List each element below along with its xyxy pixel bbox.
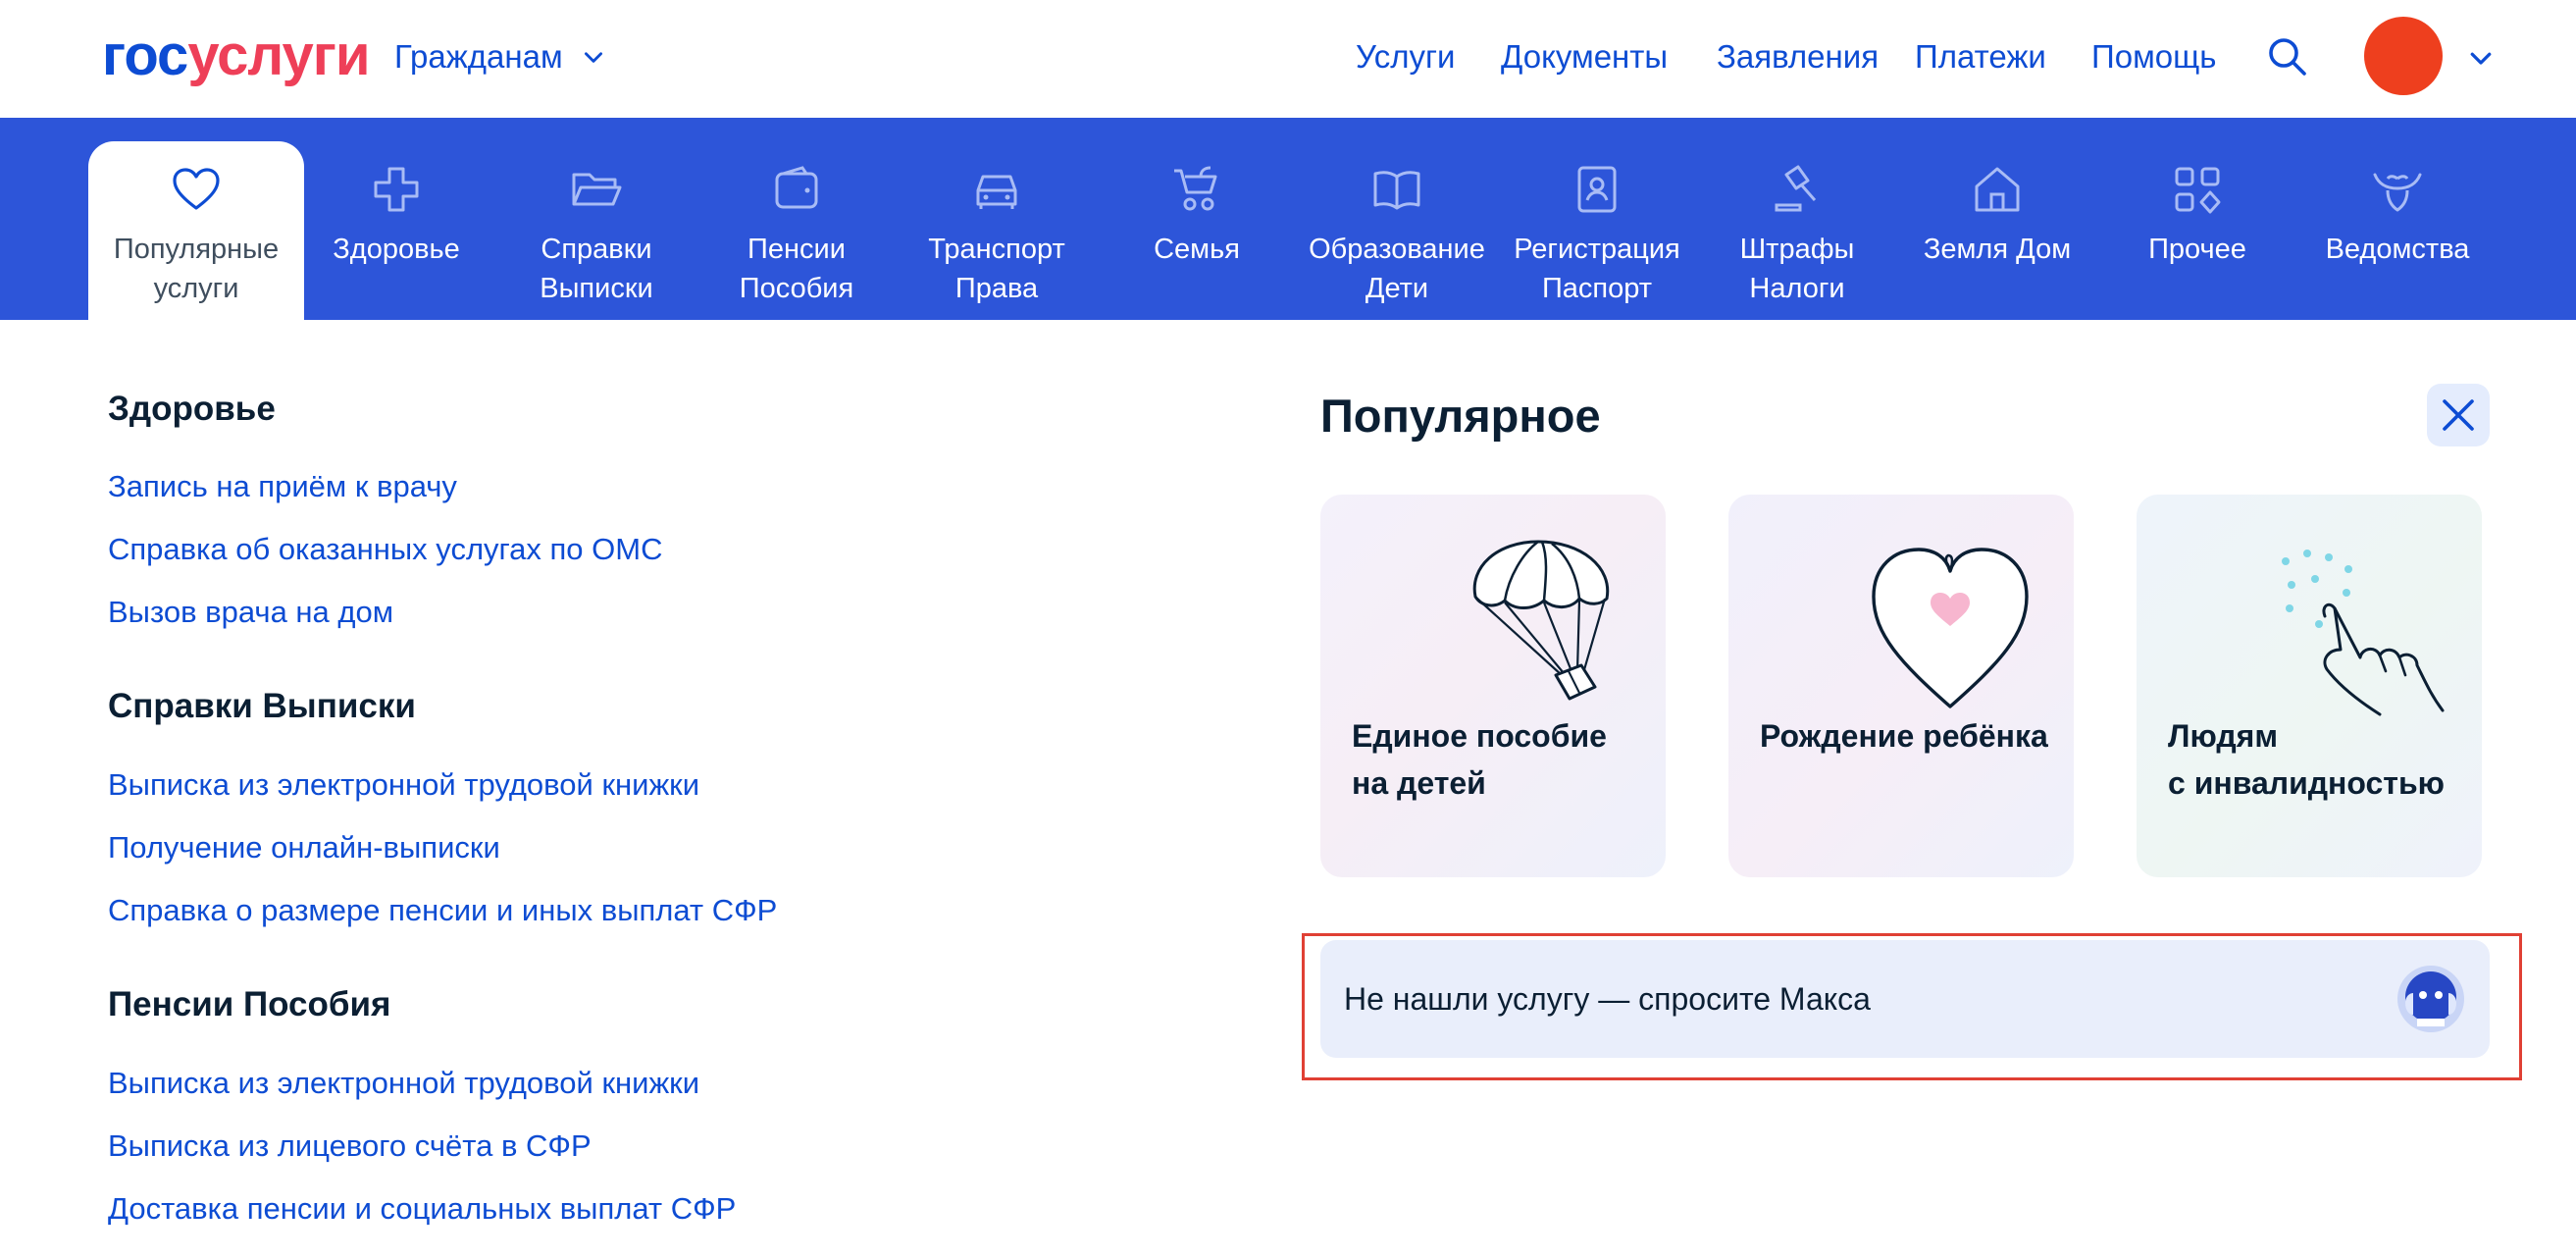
link-pension-delivery[interactable]: Доставка пенсии и социальных выплат СФР <box>108 1188 736 1230</box>
tab-label: Ведомства <box>2325 234 2470 265</box>
close-icon <box>2443 399 2474 431</box>
gosuslugi-logo[interactable]: госуслуги <box>102 22 371 90</box>
tab-label: Транспорт Права <box>928 234 1065 304</box>
link-work-book-extract-2[interactable]: Выписка из электронной трудовой книжки <box>108 1063 699 1104</box>
chevron-down-icon[interactable] <box>2466 43 2496 73</box>
wallet-icon <box>775 166 818 209</box>
section-title-health: Здоровье <box>108 390 276 428</box>
parachute-box-icon <box>1472 540 1610 701</box>
tab-pensions[interactable]: Пенсии Пособия <box>689 141 904 320</box>
avatar[interactable] <box>2364 17 2443 95</box>
ask-max-button[interactable]: Не нашли услугу — спросите Макса <box>1320 940 2490 1058</box>
tab-other[interactable]: Прочее <box>2089 141 2305 320</box>
tab-transport[interactable]: Транспорт Права <box>889 141 1105 320</box>
link-pension-amount-certificate[interactable]: Справка о размере пенсии и иных выплат С… <box>108 890 777 931</box>
car-icon <box>976 175 1017 209</box>
top-header: госуслуги Гражданам Услуги Документы Зая… <box>0 0 2576 118</box>
tab-education[interactable]: Образование Дети <box>1289 141 1505 320</box>
card-title: Людям с инвалидностью <box>2168 718 2445 801</box>
id-card-icon <box>1577 166 1617 213</box>
link-oms-certificate[interactable]: Справка об оказанных услугах по ОМС <box>108 529 662 570</box>
tab-label: Популярные услуги <box>113 234 280 304</box>
tab-health[interactable]: Здоровье <box>288 141 504 320</box>
link-personal-account-extract[interactable]: Выписка из лицевого счёта в СФР <box>108 1126 592 1167</box>
tab-agencies[interactable]: Ведомства <box>2290 141 2505 320</box>
role-label: Гражданам <box>394 38 563 75</box>
link-doctor-appointment[interactable]: Запись на приём к врачу <box>108 466 457 507</box>
popular-card-child-benefit[interactable]: Единое пособие на детей <box>1320 495 1666 877</box>
heart-icon <box>173 168 220 210</box>
medical-cross-icon <box>374 167 419 212</box>
ask-max-label: Не нашли услугу — спросите Макса <box>1344 981 1871 1017</box>
nav-services[interactable]: Услуги <box>1356 33 1455 80</box>
tab-label: Прочее <box>2148 234 2246 265</box>
role-selector[interactable]: Гражданам <box>394 33 606 80</box>
tab-land-house[interactable]: Земля Дом <box>1889 141 2105 320</box>
link-online-extract[interactable]: Получение онлайн-выписки <box>108 827 500 868</box>
tab-label: Семья <box>1154 234 1240 265</box>
tab-certificates[interactable]: Справки Выписки <box>489 141 704 320</box>
chevron-down-icon <box>584 52 602 63</box>
tab-label: Справки Выписки <box>540 234 653 304</box>
robot-max-icon <box>2397 966 2464 1032</box>
section-title-pensions: Пенсии Пособия <box>108 985 391 1023</box>
tab-registration[interactable]: Регистрация Паспорт <box>1489 141 1705 320</box>
nav-help[interactable]: Помощь <box>2091 33 2216 80</box>
tab-family[interactable]: Семья <box>1089 141 1305 320</box>
heart-outline-icon <box>1872 548 2029 708</box>
house-icon <box>1975 167 2020 212</box>
nav-documents[interactable]: Документы <box>1501 33 1668 80</box>
tab-label: Образование Дети <box>1309 234 1485 304</box>
section-title-certificates: Справки Выписки <box>108 687 416 725</box>
tab-label: Здоровье <box>333 234 460 265</box>
popular-card-childbirth[interactable]: Рождение ребёнка <box>1728 495 2074 877</box>
link-doctor-home-call[interactable]: Вызов врача на дом <box>108 592 393 633</box>
close-button[interactable] <box>2427 384 2490 446</box>
hand-braille-icon <box>2282 550 2445 716</box>
book-icon <box>1373 171 1420 210</box>
tab-label: Земля Дом <box>1923 234 2072 265</box>
popular-title: Популярное <box>1320 390 1601 442</box>
nav-payments[interactable]: Платежи <box>1915 33 2046 80</box>
folder-icon <box>572 173 622 206</box>
gavel-icon <box>1775 165 1817 212</box>
card-title: Единое пособие на детей <box>1352 718 1607 801</box>
search-icon[interactable] <box>2264 33 2311 80</box>
popular-card-disability[interactable]: Людям с инвалидностью <box>2137 495 2482 877</box>
tab-label: Штрафы Налоги <box>1739 234 1855 304</box>
grid-icon <box>2175 167 2221 214</box>
tab-popular[interactable]: Популярные услуги <box>88 141 304 320</box>
eagle-icon <box>2373 173 2422 212</box>
nav-applications[interactable]: Заявления <box>1717 33 1879 80</box>
tab-label: Пенсии Пособия <box>739 234 854 304</box>
tab-fines[interactable]: Штрафы Налоги <box>1689 141 1905 320</box>
card-title: Рождение ребёнка <box>1760 718 2048 754</box>
link-work-book-extract[interactable]: Выписка из электронной трудовой книжки <box>108 764 699 806</box>
stroller-icon <box>1174 166 1217 211</box>
tab-label: Регистрация Паспорт <box>1514 234 1680 304</box>
